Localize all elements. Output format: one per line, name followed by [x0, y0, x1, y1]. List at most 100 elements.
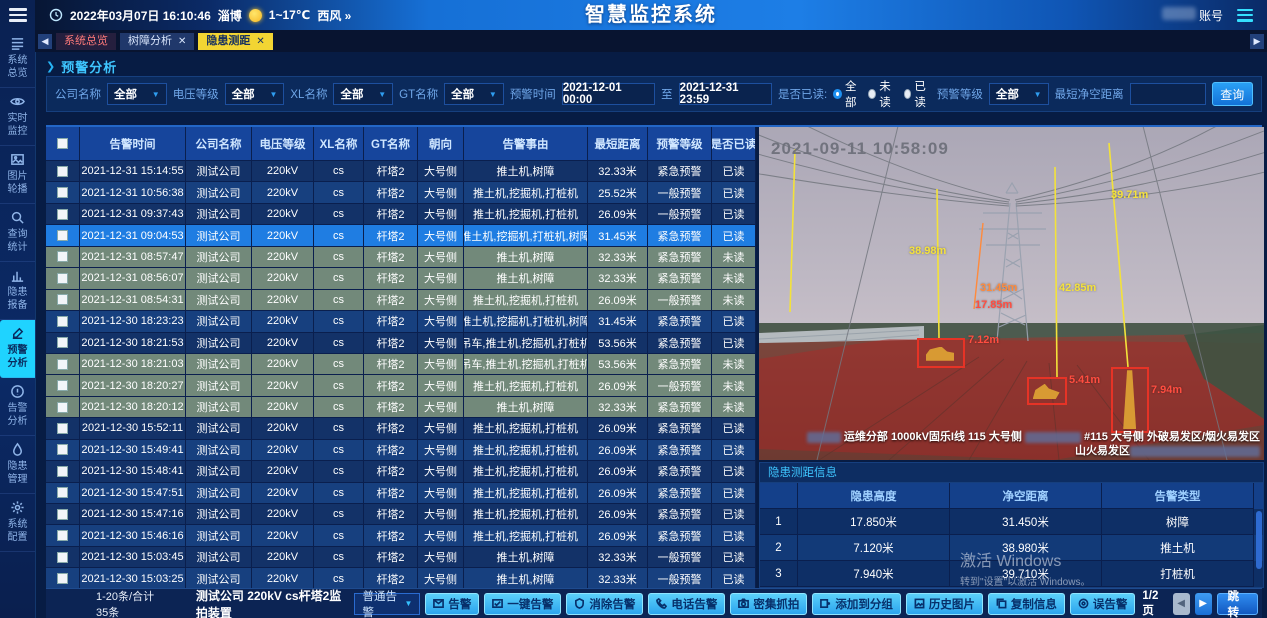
- row-checkbox[interactable]: [46, 547, 80, 568]
- burst-capture-button[interactable]: 密集抓拍: [730, 593, 807, 615]
- clear-alarm-button[interactable]: 消除告警: [566, 593, 643, 615]
- history-image-icon: [914, 598, 925, 609]
- alarm-type-dropdown[interactable]: 普通告警▼: [354, 593, 420, 615]
- table-row[interactable]: 2021-12-30 18:23:23 测试公司 220kV cs 杆塔2 大号…: [46, 311, 756, 332]
- tab-close-icon[interactable]: ✕: [256, 33, 264, 50]
- sidebar-item-label: 系统配置: [6, 518, 30, 544]
- table-row[interactable]: 2021-12-30 15:47:51 测试公司 220kV cs 杆塔2 大号…: [46, 483, 756, 504]
- false-alarm-button[interactable]: 误告警: [1070, 593, 1136, 615]
- row-checkbox[interactable]: [46, 290, 80, 311]
- table-row[interactable]: 2021-12-30 18:20:12 测试公司 220kV cs 杆塔2 大号…: [46, 397, 756, 418]
- table-row[interactable]: 2021-12-31 08:54:31 测试公司 220kV cs 杆塔2 大号…: [46, 290, 756, 311]
- row-checkbox[interactable]: [46, 440, 80, 461]
- row-checkbox[interactable]: [46, 354, 80, 375]
- table-row[interactable]: 2021-12-30 18:21:03 测试公司 220kV cs 杆塔2 大号…: [46, 354, 756, 375]
- row-checkbox[interactable]: [46, 375, 80, 396]
- hamburger-menu-icon[interactable]: [0, 0, 35, 30]
- ranging-row[interactable]: 2 7.120米 38.980米 推土机: [760, 535, 1263, 561]
- table-row[interactable]: 2021-12-30 18:20:27 测试公司 220kV cs 杆塔2 大号…: [46, 375, 756, 396]
- list-menu-icon[interactable]: [1237, 9, 1253, 22]
- add-to-group-button[interactable]: 添加到分组: [812, 593, 901, 615]
- sidebar-item-system-config[interactable]: 系统配置: [0, 494, 35, 552]
- tab-scroll-left-icon[interactable]: ◀: [38, 34, 52, 49]
- cell-alarm-time: 2021-12-30 18:20:27: [80, 375, 186, 396]
- row-checkbox[interactable]: [46, 268, 80, 289]
- table-row[interactable]: 2021-12-31 08:57:47 测试公司 220kV cs 杆塔2 大号…: [46, 247, 756, 268]
- tab-close-icon[interactable]: ✕: [178, 33, 186, 50]
- wind-text[interactable]: 西风 »: [317, 7, 351, 24]
- voltage-select[interactable]: 全部▼: [225, 83, 285, 105]
- select-all-checkbox[interactable]: [46, 127, 80, 161]
- level-select[interactable]: 全部▼: [989, 83, 1049, 105]
- radio-unread[interactable]: 未读: [868, 78, 895, 110]
- row-checkbox[interactable]: [46, 204, 80, 225]
- sidebar-item-live-monitor[interactable]: 实时监控: [0, 88, 35, 146]
- table-row[interactable]: 2021-12-31 15:14:55 测试公司 220kV cs 杆塔2 大号…: [46, 161, 756, 182]
- account-area[interactable]: 账号: [1162, 7, 1223, 24]
- tab-scroll-right-icon[interactable]: ▶: [1250, 34, 1264, 49]
- table-row[interactable]: 2021-12-31 08:56:07 测试公司 220kV cs 杆塔2 大号…: [46, 268, 756, 289]
- row-checkbox[interactable]: [46, 225, 80, 246]
- tab-tree-analysis[interactable]: 树障分析✕: [120, 33, 194, 50]
- table-row[interactable]: 2021-12-30 15:48:41 测试公司 220kV cs 杆塔2 大号…: [46, 461, 756, 482]
- phone-alarm-button[interactable]: 电话告警: [648, 593, 725, 615]
- row-checkbox[interactable]: [46, 397, 80, 418]
- prev-page-button[interactable]: ◀: [1173, 593, 1190, 615]
- table-row[interactable]: 2021-12-30 15:49:41 测试公司 220kV cs 杆塔2 大号…: [46, 440, 756, 461]
- scrollbar-thumb[interactable]: [1256, 511, 1262, 569]
- table-row[interactable]: 2021-12-31 09:37:43 测试公司 220kV cs 杆塔2 大号…: [46, 204, 756, 225]
- row-checkbox[interactable]: [46, 504, 80, 525]
- sidebar-item-image-carousel[interactable]: 图片轮播: [0, 146, 35, 204]
- min-clearance-input[interactable]: [1130, 83, 1206, 105]
- cell-alarm-time: 2021-12-30 18:23:23: [80, 311, 186, 332]
- table-row[interactable]: 2021-12-31 10:56:38 测试公司 220kV cs 杆塔2 大号…: [46, 182, 756, 203]
- query-button[interactable]: 查询: [1212, 82, 1253, 106]
- cell-level: 紧急预警: [648, 397, 712, 418]
- time-from-input[interactable]: 2021-12-01 00:00: [562, 83, 655, 105]
- copy-info-button[interactable]: 复制信息: [988, 593, 1065, 615]
- table-row[interactable]: 2021-12-30 15:03:25 测试公司 220kV cs 杆塔2 大号…: [46, 568, 756, 588]
- radio-all[interactable]: 全部: [833, 78, 860, 110]
- envelope-icon: [433, 598, 444, 609]
- row-checkbox[interactable]: [46, 247, 80, 268]
- camera-image[interactable]: 2021-09-11 10:58:09 38.98m39.71m42.85m31…: [759, 127, 1264, 460]
- row-checkbox[interactable]: [46, 311, 80, 332]
- table-row[interactable]: 2021-12-31 09:04:53 测试公司 220kV cs 杆塔2 大号…: [46, 225, 756, 246]
- row-checkbox[interactable]: [46, 568, 80, 588]
- ranging-row[interactable]: 1 17.850米 31.450米 树障: [760, 509, 1263, 535]
- xl-select[interactable]: 全部▼: [333, 83, 393, 105]
- one-key-alarm-button[interactable]: 一键告警: [484, 593, 561, 615]
- table-row[interactable]: 2021-12-30 15:46:16 测试公司 220kV cs 杆塔2 大号…: [46, 525, 756, 546]
- radio-read[interactable]: 已读: [904, 78, 931, 110]
- row-checkbox[interactable]: [46, 418, 80, 439]
- sidebar-item-warning-analysis[interactable]: 预警分析: [0, 320, 35, 378]
- next-page-button[interactable]: ▶: [1195, 593, 1212, 615]
- sidebar-item-alarm-analysis[interactable]: 告警分析: [0, 378, 35, 436]
- sidebar-item-system-overview[interactable]: 系统总览: [0, 30, 35, 88]
- history-images-button[interactable]: 历史图片: [906, 593, 983, 615]
- table-row[interactable]: 2021-12-30 15:52:11 测试公司 220kV cs 杆塔2 大号…: [46, 418, 756, 439]
- sidebar-item-hazard-report[interactable]: 隐患报备: [0, 262, 35, 320]
- table-row[interactable]: 2021-12-30 15:47:16 测试公司 220kV cs 杆塔2 大号…: [46, 504, 756, 525]
- cell-level: 一般预警: [648, 375, 712, 396]
- row-checkbox[interactable]: [46, 525, 80, 546]
- company-select[interactable]: 全部▼: [107, 83, 167, 105]
- table-row[interactable]: 2021-12-30 15:03:45 测试公司 220kV cs 杆塔2 大号…: [46, 547, 756, 568]
- tab-hazard-ranging[interactable]: 隐患测距✕: [198, 33, 272, 50]
- gt-select[interactable]: 全部▼: [444, 83, 504, 105]
- table-row[interactable]: 2021-12-30 18:21:53 测试公司 220kV cs 杆塔2 大号…: [46, 333, 756, 354]
- row-checkbox[interactable]: [46, 161, 80, 182]
- row-checkbox[interactable]: [46, 182, 80, 203]
- ranging-row[interactable]: 3 7.940米 39.710米 打桩机: [760, 561, 1263, 587]
- row-checkbox[interactable]: [46, 333, 80, 354]
- alarm-button[interactable]: 告警: [425, 593, 479, 615]
- row-checkbox[interactable]: [46, 461, 80, 482]
- sidebar-item-query-stats[interactable]: 查询统计: [0, 204, 35, 262]
- sidebar-item-hazard-manage[interactable]: 隐患管理: [0, 436, 35, 494]
- row-checkbox[interactable]: [46, 483, 80, 504]
- time-to-input[interactable]: 2021-12-31 23:59: [679, 83, 772, 105]
- tab-system-overview[interactable]: 系统总览: [56, 33, 116, 50]
- cell-voltage: 220kV: [252, 247, 314, 268]
- cell-xl: cs: [314, 268, 364, 289]
- jump-button[interactable]: 跳转: [1217, 593, 1258, 615]
